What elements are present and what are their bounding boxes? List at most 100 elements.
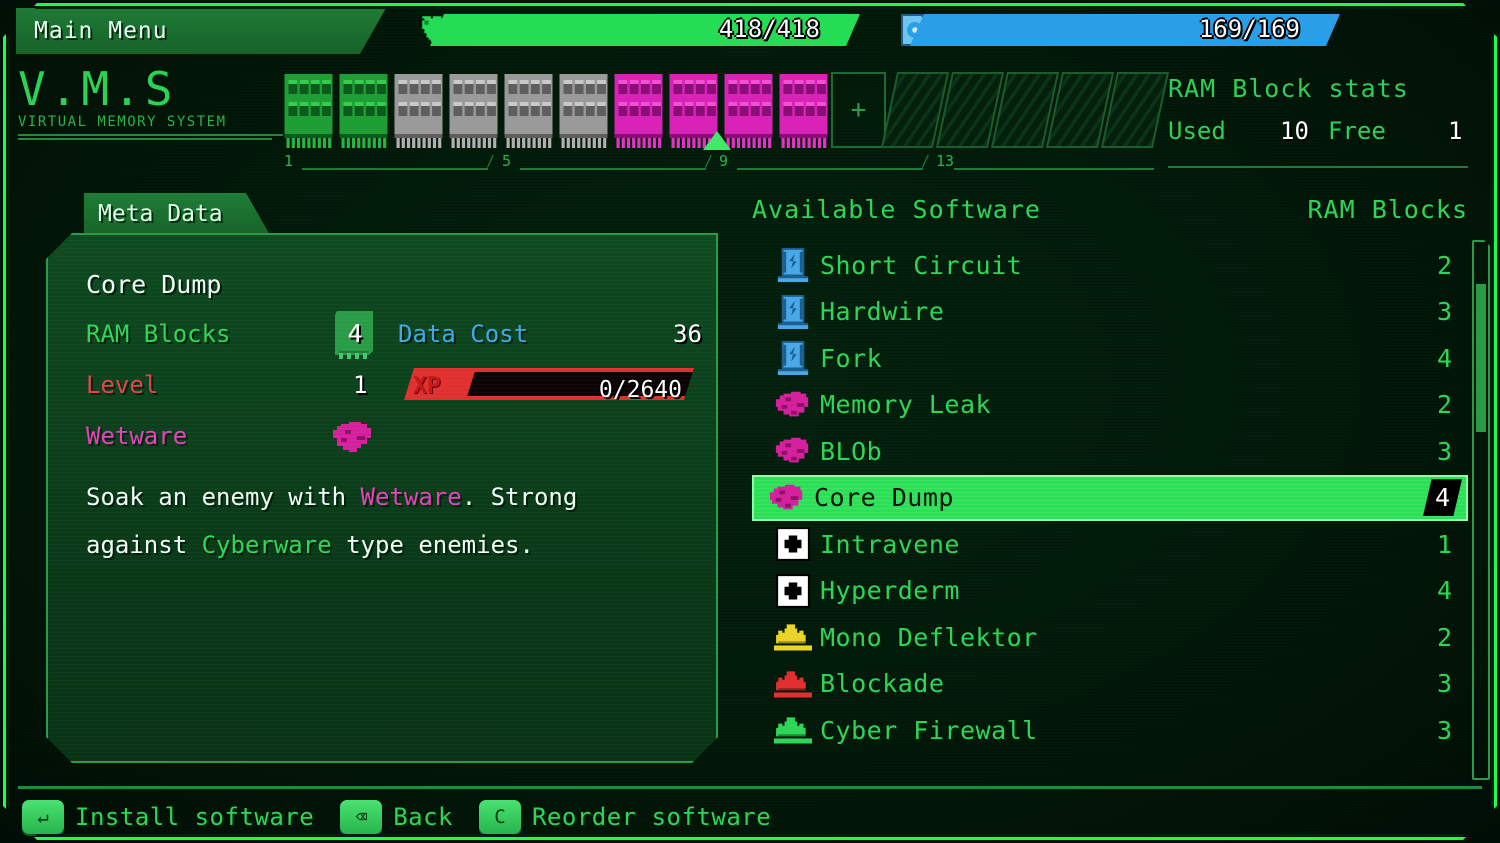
vms-logo-subtitle: VIRTUAL MEMORY SYSTEM — [18, 114, 227, 130]
ram-blocks-value: 4 — [347, 319, 363, 348]
data-bar: 169/169 — [880, 10, 1340, 50]
ram-slot-filled-grey[interactable] — [446, 72, 501, 148]
ram-slot-filled-grey[interactable] — [391, 72, 446, 148]
software-item-blocks: 4 — [1436, 343, 1452, 373]
software-item-blocks: 1 — [1436, 529, 1452, 559]
ram-scale-ruler: 1 / 5 / 9 / 13 — [278, 152, 1164, 174]
software-item-name: Short Circuit — [820, 250, 1023, 280]
medkit-icon — [774, 527, 812, 562]
ram-chip-graphic — [449, 74, 498, 148]
footer-hint[interactable]: ↵ Install software — [22, 800, 314, 834]
ram-stats-row: Used 10 Free 1 — [1168, 117, 1484, 147]
backspace-key[interactable]: ⌫ — [340, 800, 383, 834]
data-value: 169/169 — [1198, 15, 1300, 43]
scrollbar-thumb[interactable] — [1476, 284, 1486, 432]
xp-bar-tag: XP — [404, 368, 476, 400]
ram-slot-filled-magenta[interactable] — [611, 72, 666, 148]
chip-icon — [774, 341, 812, 376]
software-list-scrollbar[interactable] — [1472, 240, 1490, 780]
software-item-blocks: 2 — [1436, 622, 1452, 652]
data-cost-value: 36 — [673, 320, 702, 348]
software-item-blocks: 4 — [1422, 479, 1462, 517]
ram-stats-title: RAM Block stats — [1168, 74, 1409, 103]
software-list-item[interactable]: Cyber Firewall 3 — [752, 707, 1468, 754]
chip-icon — [774, 248, 812, 283]
level-label: Level — [86, 371, 159, 399]
ram-block-stats: RAM Block stats Used 10 Free 1 — [1168, 74, 1484, 164]
software-list-item[interactable]: Fork 4 — [752, 335, 1468, 382]
software-item-name: Blockade — [820, 669, 945, 699]
ram-slot-empty[interactable]: + — [831, 72, 886, 148]
software-list-item[interactable]: Blockade 3 — [752, 661, 1468, 708]
software-list-item-selected[interactable]: Core Dump 4 — [752, 474, 1468, 521]
footer-divider — [18, 786, 1482, 789]
health-bar: 418/418 — [400, 10, 860, 50]
footer-hint[interactable]: C Reorder software — [478, 800, 772, 834]
software-item-blocks: 3 — [1436, 715, 1452, 745]
ram-scale-tick: 9 — [719, 152, 729, 170]
ram-free-value: 1 — [1448, 117, 1463, 145]
software-list-item[interactable]: Hardwire 3 — [752, 289, 1468, 336]
software-list[interactable]: Short Circuit 2 Hardwire 3 Fork 4 Memory Le… — [752, 242, 1468, 760]
brain-icon — [774, 388, 812, 422]
software-item-name: Core Dump — [814, 483, 954, 513]
footer-hint-label: Back — [393, 803, 453, 831]
meta-data-tab-label: Meta Data — [98, 201, 223, 227]
ram-scale-line — [737, 168, 923, 170]
software-item-blocks: 3 — [1436, 669, 1452, 699]
desc-part-3: type enemies. — [331, 531, 534, 559]
meta-data-tab[interactable]: Meta Data — [84, 193, 270, 235]
ram-scale-separator: / — [921, 152, 931, 170]
ram-chip-graphic — [339, 74, 388, 148]
software-item-name: Hardwire — [820, 297, 945, 327]
software-item-blocks: 3 — [1436, 297, 1452, 327]
ram-scale-line — [954, 168, 1154, 170]
ram-chip-graphic — [779, 74, 828, 148]
ram-scale-separator: / — [486, 152, 496, 170]
chip-icon — [774, 294, 812, 329]
ram-scale-tick: 1 — [284, 152, 294, 170]
footer-hint-label: Reorder software — [531, 803, 772, 831]
ram-slot-filled-green[interactable] — [281, 72, 336, 148]
vms-logo-title: V.M.S — [18, 62, 177, 116]
crown-icon — [774, 620, 812, 654]
software-item-name: Fork — [820, 343, 883, 373]
game-screen: Main Menu 418/418 169/169 V.M.S VIRTUAL … — [0, 0, 1500, 843]
meta-data-panel: Core Dump RAM Blocks 4 Data Cost 36 Leve… — [46, 233, 718, 763]
software-item-name: Intravene — [820, 529, 960, 559]
ram-chip-graphic — [559, 74, 608, 148]
software-item-name: Hyperderm — [820, 576, 960, 606]
ram-slot-filled-grey[interactable] — [501, 72, 556, 148]
software-list-item[interactable]: Intravene 1 — [752, 521, 1468, 568]
ram-slot-filled-grey[interactable] — [556, 72, 611, 148]
software-item-name: BLOb — [820, 436, 883, 466]
software-item-blocks: 2 — [1436, 250, 1452, 280]
ram-chip-graphic — [614, 74, 663, 148]
software-list-item[interactable]: BLOb 3 — [752, 428, 1468, 475]
data-cost-label: Data Cost — [398, 320, 529, 348]
software-list-item[interactable]: Hyperderm 4 — [752, 568, 1468, 615]
xp-tag-label: XP — [413, 373, 441, 399]
software-item-blocks: 2 — [1436, 390, 1452, 420]
software-item-blocks: 3 — [1436, 436, 1452, 466]
enter-key[interactable]: ↵ — [22, 800, 64, 834]
footer-hint[interactable]: ⌫ Back — [340, 800, 453, 834]
vms-logo: V.M.S VIRTUAL MEMORY SYSTEM — [18, 66, 283, 152]
c-key[interactable]: C — [478, 800, 521, 834]
logo-rule-2 — [18, 138, 273, 140]
software-list-header-name: Available Software — [752, 195, 1041, 224]
crown-icon — [774, 713, 812, 747]
desc-highlight-cyberware: Cyberware — [201, 531, 332, 559]
top-status-bar: Main Menu 418/418 169/169 — [0, 0, 1500, 60]
ram-free-label: Free — [1328, 117, 1386, 145]
software-list-item[interactable]: Mono Deflektor 2 — [752, 614, 1468, 661]
ram-slot-filled-magenta[interactable] — [776, 72, 831, 148]
software-list-item[interactable]: Memory Leak 2 — [752, 382, 1468, 429]
ram-slot-filled-green[interactable] — [336, 72, 391, 148]
ram-scale-tick: 13 — [936, 152, 955, 170]
main-menu-label: Main Menu — [34, 18, 168, 44]
ram-scale-line — [302, 168, 488, 170]
software-list-item[interactable]: Short Circuit 2 — [752, 242, 1468, 289]
main-menu-tab[interactable]: Main Menu — [16, 8, 386, 54]
ram-used-label: Used — [1168, 117, 1226, 145]
